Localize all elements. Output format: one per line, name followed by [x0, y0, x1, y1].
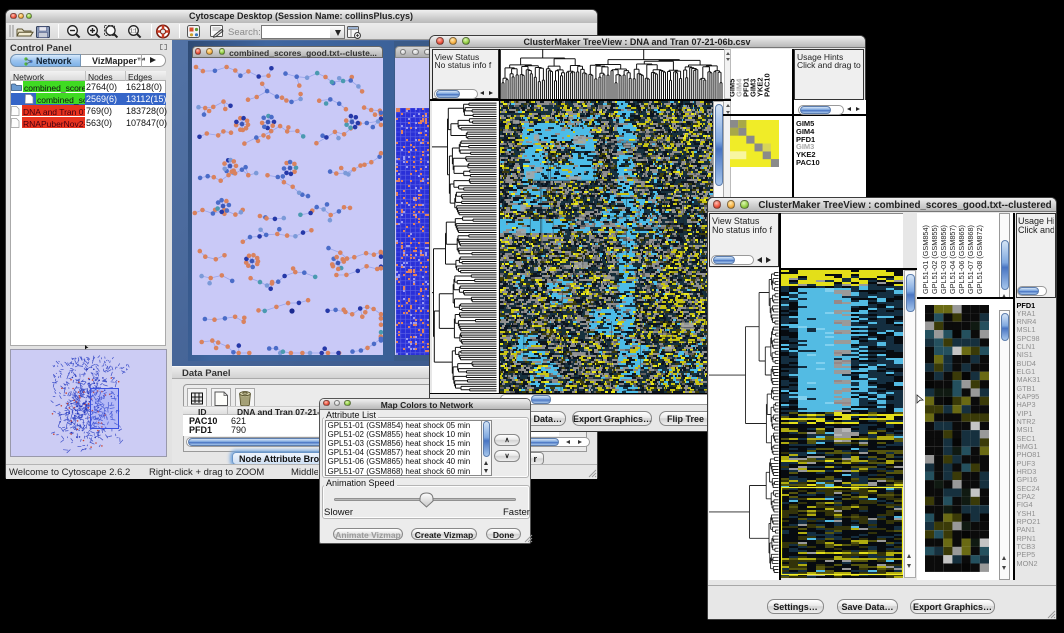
svg-text:1:1: 1:1 — [130, 28, 137, 34]
svg-text:GPL51-07 (GSM868): GPL51-07 (GSM868) — [966, 225, 975, 294]
svg-text:PAC10: PAC10 — [763, 73, 772, 97]
svg-text:GPL51-04 (GSM857): GPL51-04 (GSM857) — [948, 225, 957, 294]
svg-text:GPL51-06 (GSM865): GPL51-06 (GSM865) — [957, 225, 966, 294]
svg-text:GPL51-03 (GSM856): GPL51-03 (GSM856) — [939, 225, 948, 294]
svg-text:GPL51-08 (GSM872): GPL51-08 (GSM872) — [975, 225, 984, 294]
svg-text:GPL51-01 (GSM854): GPL51-01 (GSM854) — [921, 225, 930, 294]
svg-text:GPL51-02 (GSM855): GPL51-02 (GSM855) — [930, 225, 939, 294]
